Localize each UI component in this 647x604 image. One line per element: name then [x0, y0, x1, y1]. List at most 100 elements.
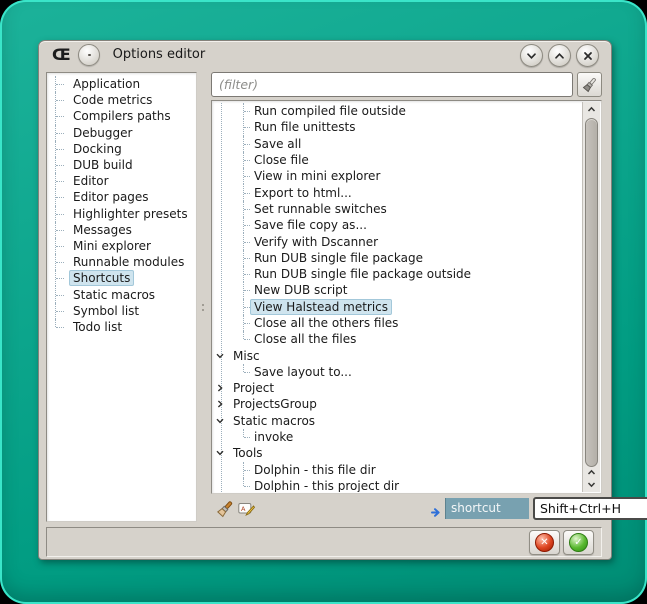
- svg-text:A: A: [241, 505, 246, 513]
- tree-item-project[interactable]: Project: [213, 380, 583, 396]
- clear-filter-button[interactable]: [577, 72, 602, 97]
- sidebar-item-label: Shortcuts: [69, 270, 134, 286]
- minimize-button[interactable]: [520, 44, 543, 67]
- statusbar: ✕ ✓: [46, 527, 602, 557]
- sidebar-item-application[interactable]: Application: [47, 76, 196, 92]
- shortcut-tree-panel[interactable]: Run compiled file outsideRun file unitte…: [211, 100, 602, 494]
- sidebar-item-editor[interactable]: Editor: [47, 173, 196, 189]
- splitter[interactable]: [197, 72, 211, 522]
- tree-item-label: Tools: [229, 445, 267, 461]
- window-menu-button[interactable]: [78, 44, 100, 66]
- sidebar-item-todo-list[interactable]: Todo list: [47, 319, 196, 335]
- chevron-right-icon[interactable]: [215, 399, 225, 409]
- tree-item-label: ProjectsGroup: [229, 396, 321, 412]
- expander[interactable]: [215, 448, 225, 458]
- sidebar-item-shortcuts[interactable]: Shortcuts: [47, 270, 196, 286]
- tree-item-label: Export to html...: [250, 185, 356, 201]
- app-logo-icon: Œ: [52, 41, 69, 68]
- sidebar-item-compilers-paths[interactable]: Compilers paths: [47, 108, 196, 124]
- sidebar-item-symbol-list[interactable]: Symbol list: [47, 303, 196, 319]
- tree-item-save-all[interactable]: Save all: [213, 136, 583, 152]
- sidebar-item-messages[interactable]: Messages: [47, 222, 196, 238]
- tree-item-run-dub-single-file-package[interactable]: Run DUB single file package: [213, 250, 583, 266]
- tree-item-verify-with-dscanner[interactable]: Verify with Dscanner: [213, 233, 583, 249]
- brush-icon: [581, 76, 598, 93]
- tree-item-dolphin-this-file-dir[interactable]: Dolphin - this file dir: [213, 462, 583, 478]
- sidebar-item-mini-explorer[interactable]: Mini explorer: [47, 238, 196, 254]
- tree-item-tools[interactable]: Tools: [213, 445, 583, 461]
- chevron-down-icon[interactable]: [215, 416, 225, 426]
- sidebar-item-editor-pages[interactable]: Editor pages: [47, 189, 196, 205]
- shortcut-value-combo[interactable]: Shift+Ctrl+H: [533, 497, 647, 520]
- edit-shortcut-button[interactable]: A: [238, 501, 255, 521]
- tree-item-dolphin-this-project-dir[interactable]: Dolphin - this project dir: [213, 478, 583, 492]
- shortcut-editor-bar: A shortcut Shift+Ctrl+H ...: [211, 496, 602, 522]
- tree-item-invoke[interactable]: invoke: [213, 429, 583, 445]
- tree-item-label: Dolphin - this project dir: [250, 478, 403, 492]
- accept-icon: ✓: [569, 533, 588, 552]
- expander[interactable]: [215, 351, 225, 361]
- tree-item-set-runnable-switches[interactable]: Set runnable switches: [213, 201, 583, 217]
- tree-item-label: Set runnable switches: [250, 201, 391, 217]
- tree-item-label: Run DUB single file package outside: [250, 266, 475, 282]
- tree-item-save-layout-to[interactable]: Save layout to...: [213, 364, 583, 380]
- expander[interactable]: [215, 399, 225, 409]
- sidebar-item-label: Compilers paths: [69, 108, 175, 124]
- tree-item-close-file[interactable]: Close file: [213, 152, 583, 168]
- tree-item-close-all-the-others-files[interactable]: Close all the others files: [213, 315, 583, 331]
- chevron-up-icon: [554, 52, 565, 60]
- sidebar-item-label: Editor: [69, 173, 113, 189]
- tree-item-label: Run DUB single file package: [250, 250, 427, 266]
- titlebar[interactable]: Œ Options editor: [39, 41, 611, 68]
- expander[interactable]: [215, 416, 225, 426]
- close-button[interactable]: [576, 44, 599, 67]
- selected-property-arrow-icon: [431, 503, 442, 522]
- tree-item-misc[interactable]: Misc: [213, 347, 583, 363]
- tree-item-static-macros[interactable]: Static macros: [213, 413, 583, 429]
- scrollbar-thumb[interactable]: [585, 118, 598, 467]
- tree-item-new-dub-script[interactable]: New DUB script: [213, 282, 583, 298]
- tree-item-label: New DUB script: [250, 282, 352, 298]
- chevron-down-icon[interactable]: [215, 351, 225, 361]
- scrollbar-down-button[interactable]: [583, 478, 600, 491]
- window-title: Options editor: [113, 47, 206, 62]
- tree-item-label: Save all: [250, 136, 305, 152]
- sidebar-item-code-metrics[interactable]: Code metrics: [47, 92, 196, 108]
- scrollbar-up-button[interactable]: [583, 103, 600, 116]
- cancel-button[interactable]: ✕: [529, 530, 560, 555]
- tree-scrollbar[interactable]: [582, 102, 600, 492]
- sidebar-item-label: Symbol list: [69, 303, 143, 319]
- sidebar-item-dub-build[interactable]: DUB build: [47, 157, 196, 173]
- tree-item-run-file-unittests[interactable]: Run file unittests: [213, 119, 583, 135]
- tree-item-label: Close file: [250, 152, 313, 168]
- tree-item-view-in-mini-explorer[interactable]: View in mini explorer: [213, 168, 583, 184]
- splitter-grip-icon: [202, 304, 205, 314]
- sidebar-item-docking[interactable]: Docking: [47, 141, 196, 157]
- options-editor-window: Œ Options editor ApplicationCode metrics…: [38, 40, 612, 560]
- tree-item-projectsgroup[interactable]: ProjectsGroup: [213, 396, 583, 412]
- expander[interactable]: [215, 383, 225, 393]
- clear-shortcut-button[interactable]: [215, 499, 235, 523]
- tree-item-view-halstead-metrics[interactable]: View Halstead metrics: [213, 299, 583, 315]
- category-sidebar[interactable]: ApplicationCode metricsCompilers pathsDe…: [46, 72, 197, 522]
- property-name-cell[interactable]: shortcut: [445, 498, 529, 519]
- sidebar-item-debugger[interactable]: Debugger: [47, 125, 196, 141]
- tree-item-label: Verify with Dscanner: [250, 234, 382, 250]
- sidebar-item-highlighter-presets[interactable]: Highlighter presets: [47, 206, 196, 222]
- maximize-button[interactable]: [548, 44, 571, 67]
- sidebar-item-label: Messages: [69, 222, 136, 238]
- tree-item-run-compiled-file-outside[interactable]: Run compiled file outside: [213, 103, 583, 119]
- sidebar-item-label: Editor pages: [69, 189, 153, 205]
- accept-button[interactable]: ✓: [563, 530, 594, 555]
- chevron-down-icon[interactable]: [215, 448, 225, 458]
- filter-input[interactable]: [211, 72, 573, 97]
- sidebar-item-static-macros[interactable]: Static macros: [47, 286, 196, 302]
- chevron-right-icon[interactable]: [215, 383, 225, 393]
- sidebar-item-label: Mini explorer: [69, 238, 155, 254]
- tree-item-export-to-html[interactable]: Export to html...: [213, 184, 583, 200]
- tree-item-run-dub-single-file-package-outside[interactable]: Run DUB single file package outside: [213, 266, 583, 282]
- tree-item-save-file-copy-as[interactable]: Save file copy as...: [213, 217, 583, 233]
- tree-item-close-all-the-files[interactable]: Close all the files: [213, 331, 583, 347]
- sidebar-item-runnable-modules[interactable]: Runnable modules: [47, 254, 196, 270]
- edit-field-icon: A: [238, 501, 255, 517]
